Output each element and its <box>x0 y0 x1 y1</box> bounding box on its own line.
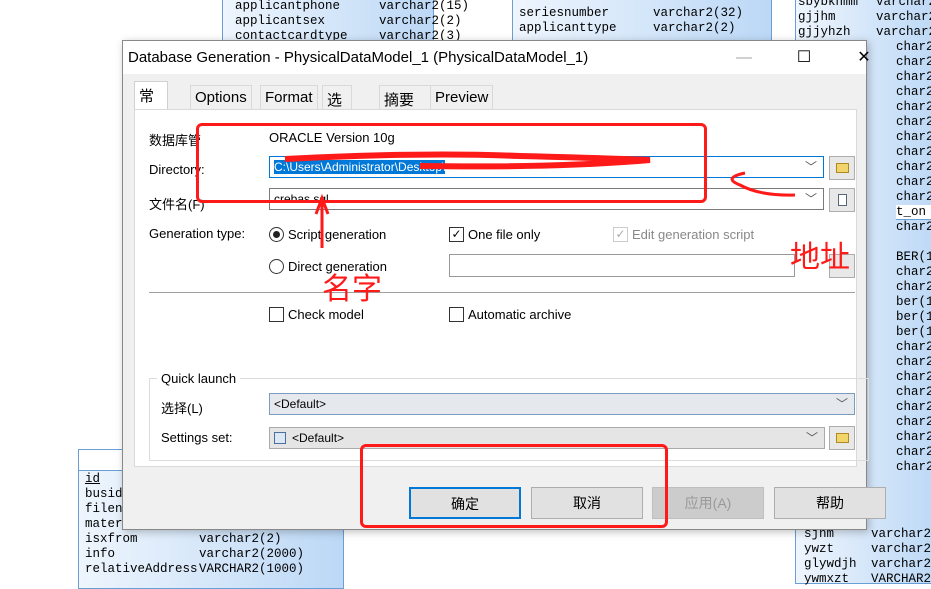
annotation-strokes <box>284 151 796 248</box>
curved-arrow-icon <box>730 171 796 197</box>
scribble-mark <box>284 151 651 170</box>
annotation-name: 名字 <box>322 273 382 306</box>
annotation-address: 地址 <box>790 241 850 274</box>
arrow-up-icon <box>314 193 330 248</box>
